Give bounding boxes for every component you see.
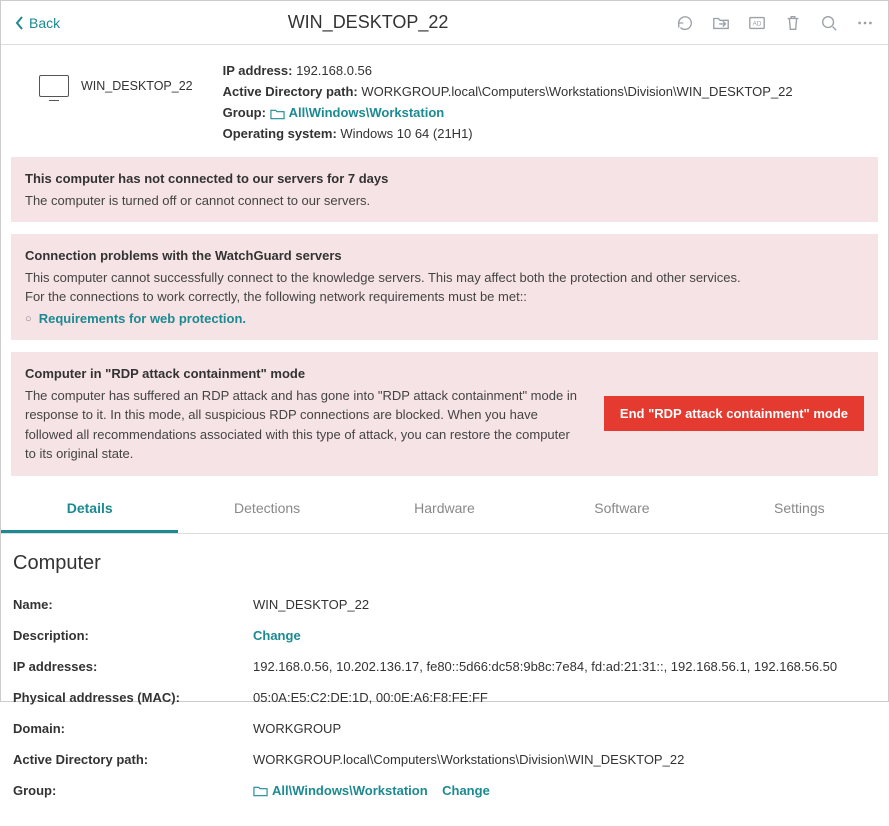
alert-wg-title: Connection problems with the WatchGuard … — [25, 246, 864, 266]
tab-settings[interactable]: Settings — [711, 486, 888, 533]
group-link-text: All\Windows\Workstation — [289, 105, 445, 120]
alert-rdp-body: The computer has suffered an RDP attack … — [25, 386, 584, 464]
ad-value: WORKGROUP.local\Computers\Workstations\D… — [361, 84, 792, 99]
header-bar: Back WIN_DESKTOP_22 AD — [1, 1, 888, 45]
tabs-bar: Details Detections Hardware Software Set… — [1, 486, 888, 534]
key-mac: Physical addresses (MAC): — [13, 682, 253, 713]
group-path-text: All\Windows\Workstation — [272, 783, 428, 798]
details-table: Name: WIN_DESKTOP_22 Description: Change… — [13, 589, 876, 806]
chevron-left-icon — [15, 16, 25, 30]
delete-icon[interactable] — [784, 14, 802, 32]
ad-icon[interactable]: AD — [748, 14, 766, 32]
ip-value: 192.168.0.56 — [296, 63, 372, 78]
computer-badge: WIN_DESKTOP_22 — [39, 75, 193, 141]
key-description: Description: — [13, 620, 253, 651]
os-value: Windows 10 64 (21H1) — [340, 126, 472, 141]
monitor-icon — [39, 75, 69, 97]
alert-offline-body: The computer is turned off or cannot con… — [25, 191, 864, 211]
key-ip: IP addresses: — [13, 651, 253, 682]
tab-detections[interactable]: Detections — [178, 486, 355, 533]
group-label: Group: — [223, 105, 266, 120]
move-folder-icon[interactable] — [712, 14, 730, 32]
row-description: Description: Change — [13, 620, 876, 651]
group-link[interactable]: All\Windows\Workstation — [270, 105, 445, 120]
alert-rdp-title: Computer in "RDP attack containment" mod… — [25, 364, 584, 384]
row-name: Name: WIN_DESKTOP_22 — [13, 589, 876, 620]
ad-label: Active Directory path: — [223, 84, 358, 99]
row-domain: Domain: WORKGROUP — [13, 713, 876, 744]
end-rdp-containment-button[interactable]: End "RDP attack containment" mode — [604, 396, 864, 431]
val-domain: WORKGROUP — [253, 713, 876, 744]
alert-offline-title: This computer has not connected to our s… — [25, 169, 864, 189]
back-button[interactable]: Back — [15, 15, 60, 31]
key-group: Group: — [13, 775, 253, 806]
folder-icon — [270, 108, 285, 120]
more-icon[interactable] — [856, 14, 874, 32]
requirements-link[interactable]: Requirements for web protection. — [39, 311, 246, 326]
alert-wg-line1: This computer cannot successfully connec… — [25, 268, 864, 288]
val-ip: 192.168.0.56, 10.202.136.17, fe80::5d66:… — [253, 651, 876, 682]
val-name: WIN_DESKTOP_22 — [253, 589, 876, 620]
header-actions: AD — [676, 14, 874, 32]
page-title: WIN_DESKTOP_22 — [60, 12, 676, 33]
row-mac: Physical addresses (MAC): 05:0A:E5:C2:DE… — [13, 682, 876, 713]
tab-details[interactable]: Details — [1, 486, 178, 533]
summary-block: WIN_DESKTOP_22 IP address: 192.168.0.56 … — [1, 45, 888, 151]
alert-wg-line2: For the connections to work correctly, t… — [25, 287, 864, 307]
tab-hardware[interactable]: Hardware — [356, 486, 533, 533]
svg-text:AD: AD — [753, 20, 762, 27]
alert-rdp: Computer in "RDP attack containment" mod… — [11, 352, 878, 476]
ip-label: IP address: — [223, 63, 293, 78]
alert-offline: This computer has not connected to our s… — [11, 157, 878, 222]
search-icon[interactable] — [820, 14, 838, 32]
refresh-icon[interactable] — [676, 14, 694, 32]
alerts-section: This computer has not connected to our s… — [1, 151, 888, 482]
alert-watchguard: Connection problems with the WatchGuard … — [11, 234, 878, 340]
back-label: Back — [29, 15, 60, 31]
change-description-link[interactable]: Change — [253, 628, 301, 643]
change-group-link[interactable]: Change — [442, 783, 490, 798]
group-path-link[interactable]: All\Windows\Workstation — [253, 783, 431, 798]
row-ad: Active Directory path: WORKGROUP.local\C… — [13, 744, 876, 775]
key-ad: Active Directory path: — [13, 744, 253, 775]
key-name: Name: — [13, 589, 253, 620]
key-domain: Domain: — [13, 713, 253, 744]
val-ad: WORKGROUP.local\Computers\Workstations\D… — [253, 744, 876, 775]
folder-icon — [253, 785, 268, 797]
details-section: Computer Name: WIN_DESKTOP_22 Descriptio… — [1, 534, 888, 826]
row-ip: IP addresses: 192.168.0.56, 10.202.136.1… — [13, 651, 876, 682]
os-label: Operating system: — [223, 126, 337, 141]
computer-name-small: WIN_DESKTOP_22 — [81, 79, 193, 93]
section-title: Computer — [13, 552, 876, 575]
summary-details: IP address: 192.168.0.56 Active Director… — [223, 63, 793, 141]
val-mac: 05:0A:E5:C2:DE:1D, 00:0E:A6:F8:FE:FF — [253, 682, 876, 713]
tab-software[interactable]: Software — [533, 486, 710, 533]
row-group: Group: All\Windows\Workstation Change — [13, 775, 876, 806]
